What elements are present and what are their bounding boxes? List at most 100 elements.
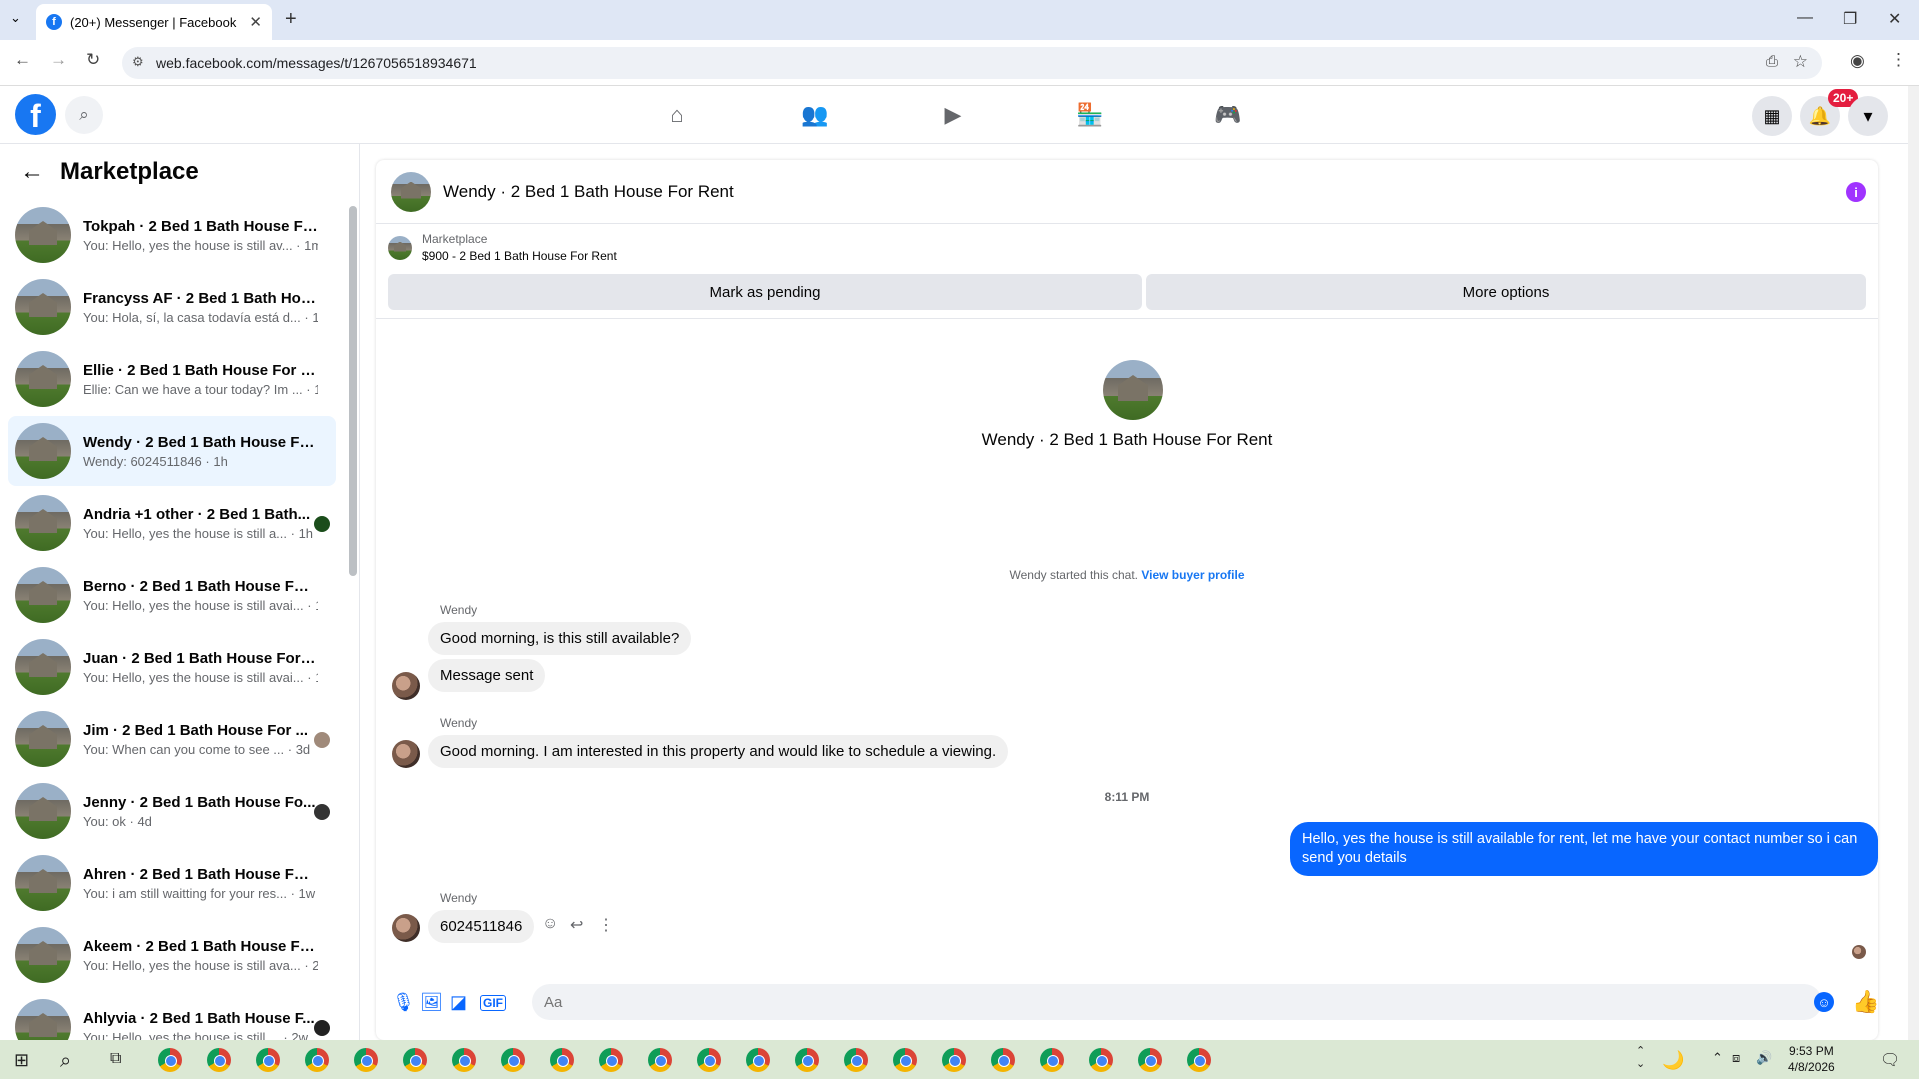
incoming-message[interactable]: Message sent [428, 659, 546, 692]
thumbs-up-icon[interactable]: 👍 [1852, 989, 1878, 1015]
home-icon[interactable]: ⌂ [652, 98, 702, 132]
conversation-item[interactable]: Ellie · 2 Bed 1 Bath House For Rent Ellie… [8, 344, 336, 414]
chrome-taskbar-icon[interactable] [893, 1048, 917, 1072]
chrome-taskbar-icon[interactable] [207, 1048, 231, 1072]
minimize-icon[interactable]: — [1797, 9, 1813, 27]
conversation-item[interactable]: Juan · 2 Bed 1 Bath House For R... You: H… [8, 632, 336, 702]
sender-avatar[interactable] [392, 672, 420, 700]
site-settings-icon[interactable]: ⚙ [132, 54, 144, 70]
back-arrow-icon[interactable]: ← [14, 50, 31, 70]
new-tab-icon[interactable]: + [285, 8, 297, 31]
network-icon[interactable]: ⧈ [1732, 1050, 1740, 1066]
chat-intro-avatar [1103, 360, 1163, 420]
forward-arrow-icon[interactable]: → [50, 50, 67, 70]
chrome-taskbar-icon[interactable] [648, 1048, 672, 1072]
chrome-taskbar-icon[interactable] [697, 1048, 721, 1072]
page-scrollbar[interactable] [1908, 86, 1919, 1040]
incoming-message[interactable]: Good morning. I am interested in this pr… [428, 735, 1009, 768]
sender-avatar[interactable] [392, 740, 420, 768]
task-view-icon[interactable]: ⧉ [110, 1050, 121, 1068]
more-options-button[interactable]: More options [1146, 274, 1866, 310]
listing-summary[interactable]: Marketplace $900 - 2 Bed 1 Bath House Fo… [388, 232, 617, 263]
conversation-item[interactable]: Tokpah · 2 Bed 1 Bath House For... You: H… [8, 200, 336, 270]
chat-avatar[interactable] [391, 171, 431, 212]
tab-close-icon[interactable]: ✕ [249, 13, 262, 31]
chrome-taskbar-icon[interactable] [942, 1048, 966, 1072]
chrome-menu-icon[interactable]: ⋮ [1890, 50, 1907, 70]
conversation-item[interactable]: Andria +1 other · 2 Bed 1 Bath... You: He… [8, 488, 336, 558]
chrome-taskbar-icon[interactable] [403, 1048, 427, 1072]
conversation-item[interactable]: Berno · 2 Bed 1 Bath House For ... You: H… [8, 560, 336, 630]
incoming-message[interactable]: Good morning, is this still available? [428, 622, 692, 655]
chrome-taskbar-icon[interactable] [599, 1048, 623, 1072]
microphone-icon[interactable]: 🎙 [392, 992, 415, 1013]
outgoing-message[interactable]: Hello, yes the house is still available … [1290, 822, 1878, 876]
chrome-taskbar-icon[interactable] [354, 1048, 378, 1072]
restore-icon[interactable]: ❐ [1843, 9, 1857, 29]
chrome-taskbar-icon[interactable] [256, 1048, 280, 1072]
message-input[interactable] [532, 984, 1822, 1020]
volume-icon[interactable]: 🔊 [1756, 1050, 1772, 1066]
weather-moon-icon[interactable]: 🌙 [1662, 1050, 1684, 1071]
windows-start-icon[interactable]: ⊞ [14, 1050, 29, 1071]
account-dropdown-icon[interactable]: ▾ [1848, 96, 1888, 136]
more-actions-icon[interactable]: ⋮ [598, 915, 614, 935]
window-close-icon[interactable]: ✕ [1888, 9, 1901, 29]
marketplace-icon[interactable]: 🏪 [1065, 98, 1115, 132]
notification-center-icon[interactable]: 🗨 [1880, 1050, 1900, 1070]
tab-search-icon[interactable]: ⌄ [10, 10, 21, 26]
conversation-name: Jenny · 2 Bed 1 Bath House Fo... [83, 793, 316, 811]
conversation-item[interactable]: Jenny · 2 Bed 1 Bath House Fo... You: ok … [8, 776, 336, 846]
photo-icon[interactable]: 🖼 [420, 992, 443, 1013]
chrome-taskbar-icon[interactable] [158, 1048, 182, 1072]
chrome-taskbar-icon[interactable] [1089, 1048, 1113, 1072]
friends-icon[interactable]: 👥 [790, 98, 840, 132]
conversation-item[interactable]: Ahren · 2 Bed 1 Bath House For ... You: i… [8, 848, 336, 918]
chrome-taskbar-icon[interactable] [795, 1048, 819, 1072]
sticker-icon[interactable]: ◪ [450, 992, 467, 1013]
chrome-taskbar-icon[interactable] [1138, 1048, 1162, 1072]
sender-avatar[interactable] [392, 914, 420, 942]
profile-icon[interactable]: ◉ [1850, 51, 1865, 71]
chrome-taskbar-icon[interactable] [1040, 1048, 1064, 1072]
mark-as-pending-button[interactable]: Mark as pending [388, 274, 1142, 310]
taskbar-clock[interactable]: 9:53 PM 4/8/2026 [1788, 1043, 1835, 1075]
chrome-taskbar-icon[interactable] [452, 1048, 476, 1072]
conversation-item[interactable]: Francyss AF · 2 Bed 1 Bath Hous... You: H… [8, 272, 336, 342]
gaming-icon[interactable]: 🎮 [1203, 98, 1253, 132]
react-emoji-icon[interactable]: ☺ [542, 915, 558, 933]
chrome-taskbar-icon[interactable] [305, 1048, 329, 1072]
conversation-item[interactable]: Ahlyvia · 2 Bed 1 Bath House F... You: He… [8, 992, 336, 1040]
read-receipt-avatar [314, 732, 330, 748]
conversation-list-scrollbar[interactable] [349, 206, 357, 576]
taskbar-search-icon[interactable]: ⌕ [60, 1050, 71, 1073]
incoming-message[interactable]: 6024511846 [428, 910, 535, 943]
taskbar-scroll-icon[interactable]: ⌃ ⌄ [1636, 1044, 1645, 1070]
bookmark-star-icon[interactable]: ☆ [1793, 52, 1808, 72]
view-buyer-profile-link[interactable]: View buyer profile [1141, 568, 1244, 582]
chrome-taskbar-icon[interactable] [844, 1048, 868, 1072]
gif-icon[interactable]: GIF [480, 995, 506, 1011]
chrome-taskbar-icon[interactable] [550, 1048, 574, 1072]
chat-title[interactable]: Wendy · 2 Bed 1 Bath House For Rent [443, 182, 734, 202]
search-icon[interactable]: ⌕ [65, 96, 103, 134]
info-icon[interactable]: i [1846, 182, 1866, 202]
chrome-taskbar-icon[interactable] [746, 1048, 770, 1072]
conversation-item-active[interactable]: Wendy · 2 Bed 1 Bath House For ... Wendy:… [8, 416, 336, 486]
conversation-item[interactable]: Akeem · 2 Bed 1 Bath House For ... You: H… [8, 920, 336, 990]
reply-icon[interactable]: ↩ [570, 915, 583, 935]
back-arrow-icon[interactable]: ← [20, 158, 44, 186]
menu-grid-icon[interactable]: ▦ [1752, 96, 1792, 136]
reload-icon[interactable]: ↻ [86, 50, 100, 70]
facebook-logo-icon[interactable]: f [15, 94, 56, 135]
chrome-taskbar-icon[interactable] [991, 1048, 1015, 1072]
chrome-taskbar-icon[interactable] [501, 1048, 525, 1072]
chrome-taskbar-icon[interactable] [1187, 1048, 1211, 1072]
emoji-icon[interactable]: ☺ [1814, 992, 1834, 1012]
url-field[interactable]: ⚙ web.facebook.com/messages/t/1267056518… [122, 47, 1822, 79]
browser-tab[interactable]: f (20+) Messenger | Facebook ✕ [36, 4, 272, 40]
install-app-icon[interactable]: ⎙ [1766, 53, 1778, 70]
video-icon[interactable]: ▶ [928, 98, 978, 132]
conversation-item[interactable]: Jim · 2 Bed 1 Bath House For ... You: Whe… [8, 704, 336, 774]
tray-chevron-icon[interactable]: ⌃ [1712, 1050, 1723, 1066]
